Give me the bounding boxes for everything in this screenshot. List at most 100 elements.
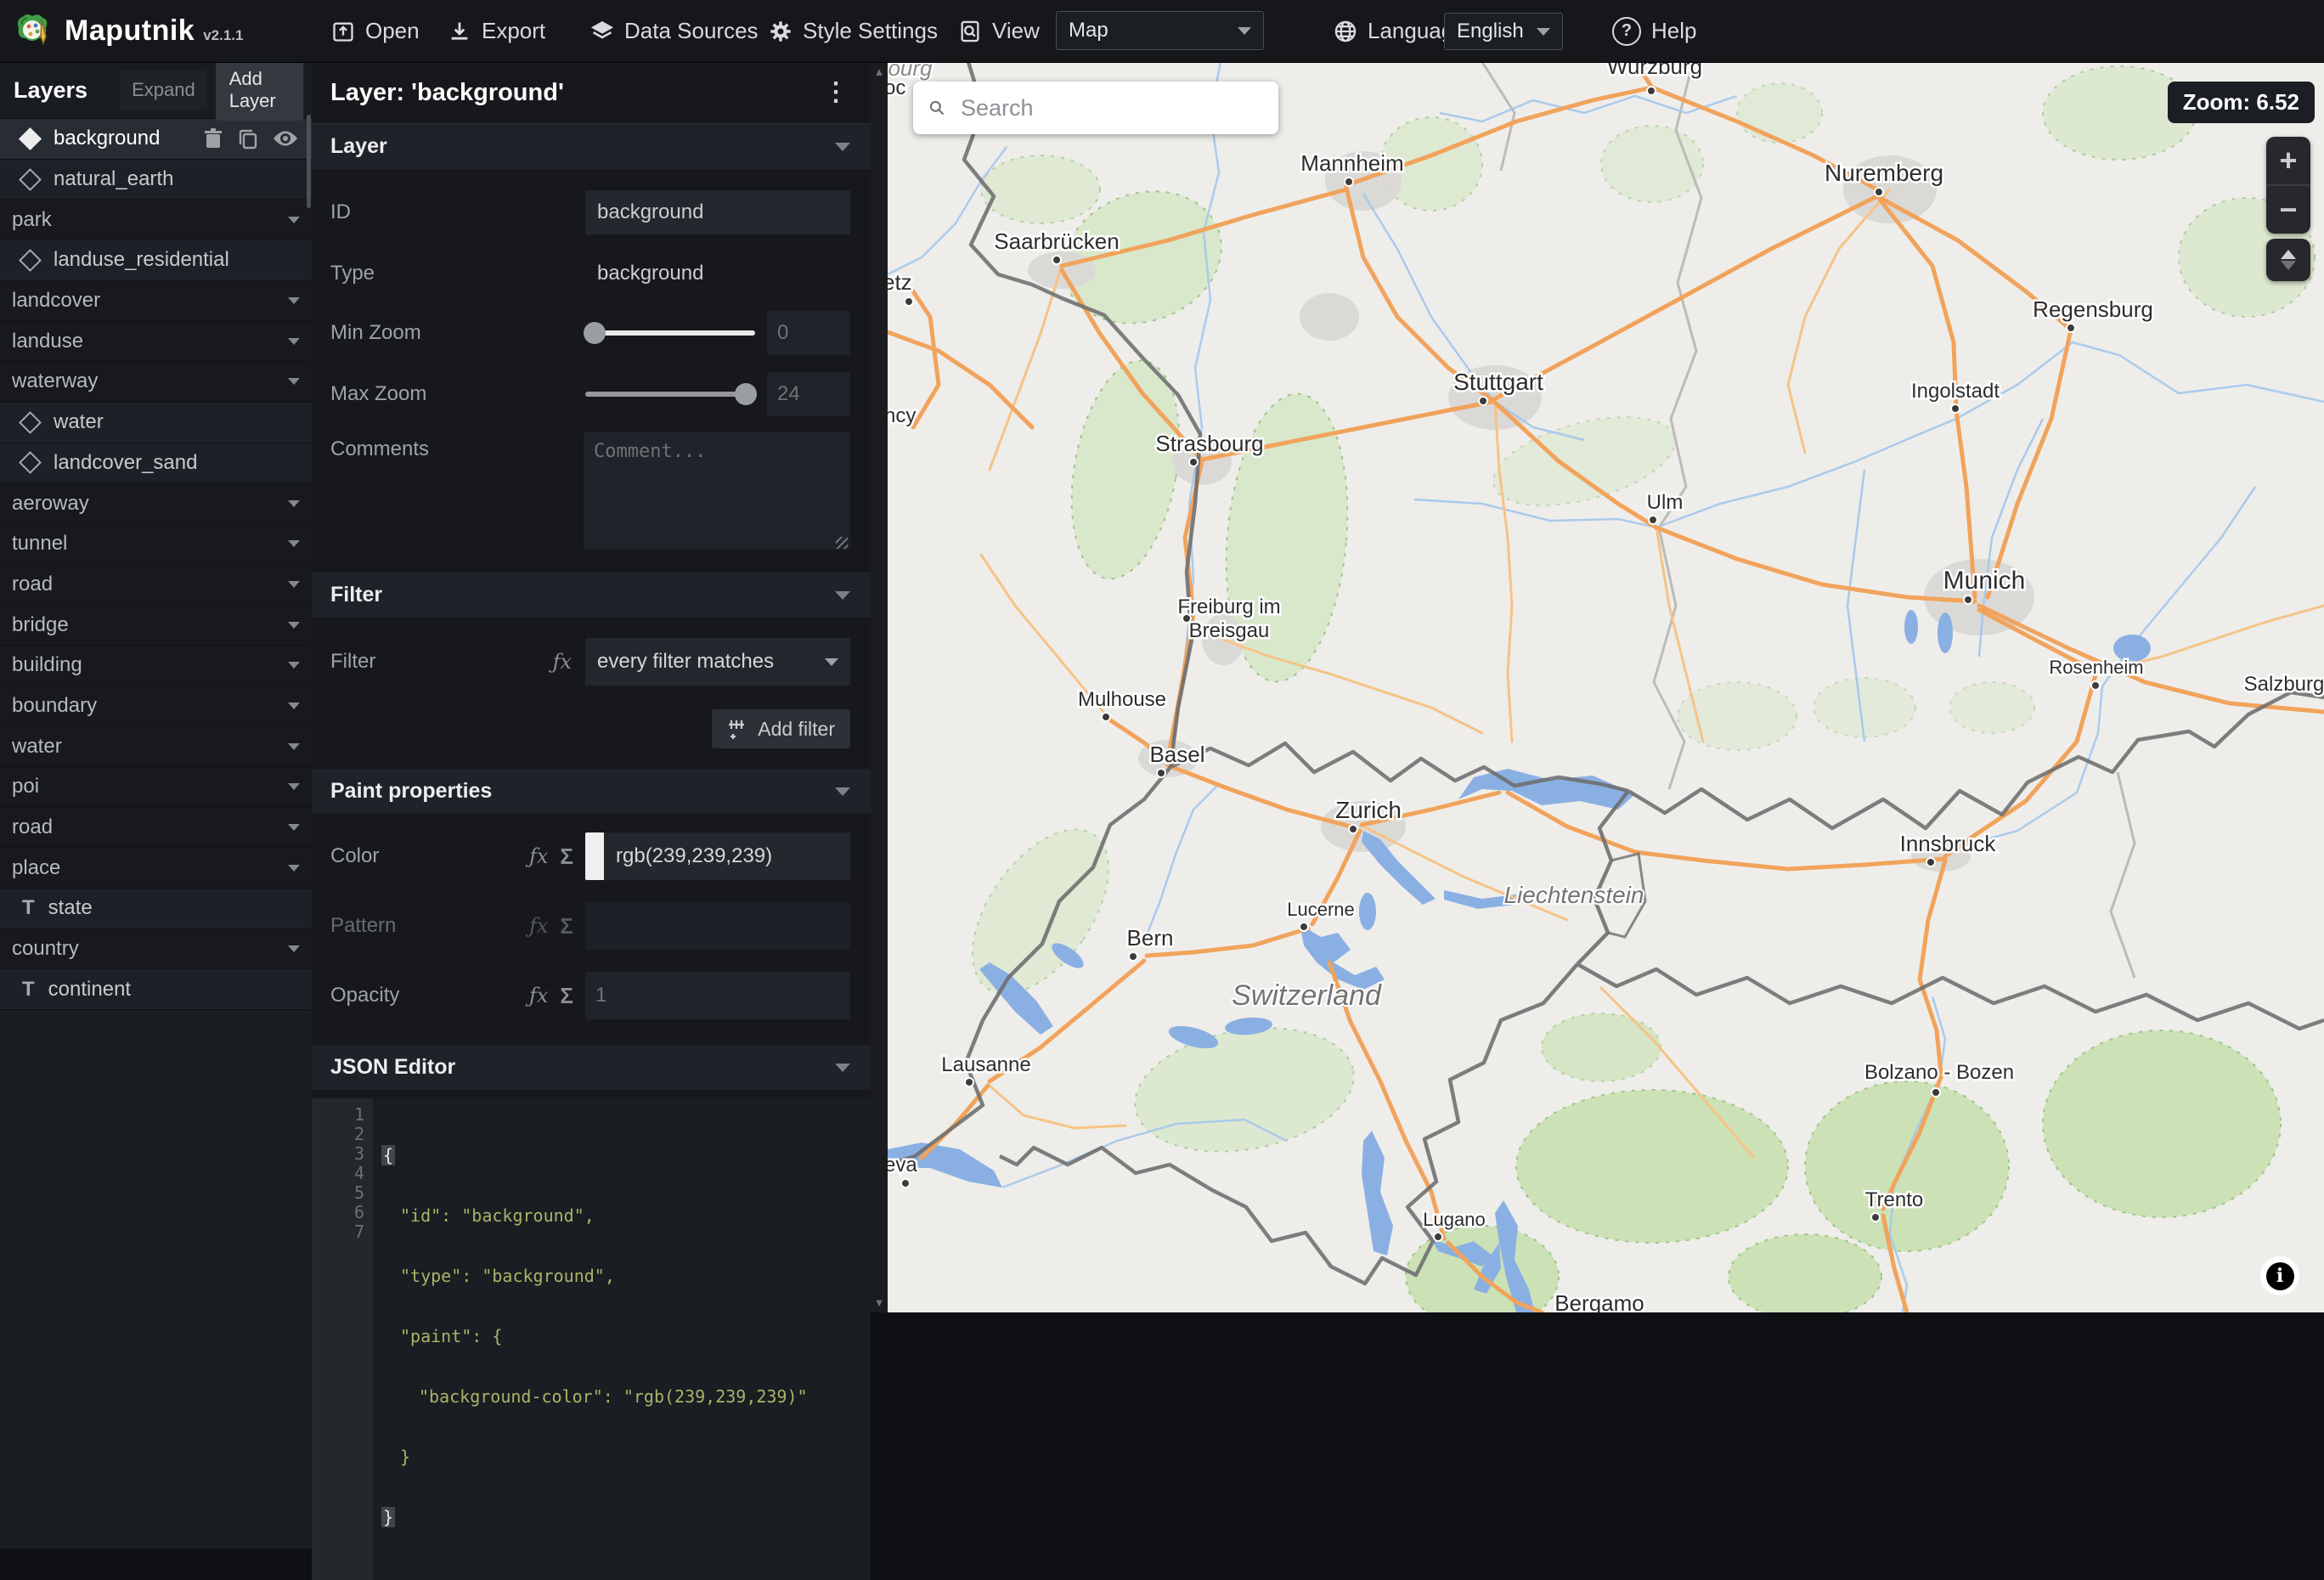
style-settings-button[interactable]: Style Settings <box>769 0 938 62</box>
sigma-icon[interactable]: Σ <box>560 913 573 940</box>
min-zoom-input[interactable] <box>767 311 850 355</box>
language-select[interactable]: English <box>1444 13 1563 50</box>
layer-label: natural_earth <box>54 167 174 191</box>
eye-icon[interactable] <box>273 129 298 148</box>
resize-handle[interactable] <box>836 537 848 549</box>
id-input[interactable] <box>585 190 850 234</box>
layer-group-aeroway[interactable]: aeroway <box>0 483 312 524</box>
scroll-down-icon[interactable]: ▼ <box>874 1296 885 1309</box>
sigma-icon[interactable]: Σ <box>560 844 573 870</box>
layer-group-tunnel[interactable]: tunnel <box>0 523 312 565</box>
expand-button[interactable]: Expand <box>120 71 207 110</box>
function-icon[interactable]: ƒx <box>529 914 548 938</box>
layer-group-boundary[interactable]: boundary <box>0 686 312 727</box>
open-button[interactable]: Open <box>331 0 420 62</box>
filter-section-body: Filter ƒx every filter matches Add filte… <box>312 618 871 769</box>
city-label: Zurich <box>1335 797 1402 823</box>
city-label: Nuremberg <box>1825 160 1943 186</box>
maputnik-logo: Maputnik v2.1.1 <box>14 0 243 62</box>
zoom-in-button[interactable]: + <box>2266 137 2310 184</box>
function-icon[interactable]: ƒx <box>529 984 548 1007</box>
city-label: Stuttgart <box>1453 369 1543 395</box>
layer-group-road2[interactable]: road <box>0 807 312 849</box>
layer-group-road[interactable]: road <box>0 564 312 606</box>
editor-scrollbar[interactable]: ▲ ▼ <box>871 62 888 1312</box>
diamond-icon <box>19 167 42 191</box>
zoom-out-button[interactable]: − <box>2266 186 2310 234</box>
id-field-row: ID <box>312 183 871 242</box>
pitch-down-icon <box>2281 261 2296 270</box>
search-input[interactable] <box>959 93 1263 122</box>
sigma-icon[interactable]: Σ <box>560 983 573 1009</box>
layer-group-landcover[interactable]: landcover <box>0 280 312 322</box>
map-search-box[interactable] <box>913 82 1278 134</box>
section-layer[interactable]: Layer <box>312 124 871 169</box>
layer-item-natural-earth[interactable]: natural_earth <box>0 159 312 200</box>
export-button[interactable]: Export <box>448 0 545 62</box>
map-viewport[interactable]: Wurzburg Mannheim Nuremberg Saarbrücken … <box>888 62 2324 1312</box>
section-json[interactable]: JSON Editor <box>312 1045 871 1090</box>
layer-group-water[interactable]: water <box>0 726 312 767</box>
layer-group-place[interactable]: place <box>0 848 312 889</box>
duplicate-icon[interactable] <box>237 127 259 150</box>
layer-label: landuse_residential <box>54 248 229 272</box>
help-button[interactable]: ? Help <box>1612 0 1696 62</box>
layer-group-country[interactable]: country <box>0 928 312 970</box>
color-swatch[interactable] <box>585 832 604 880</box>
function-icon[interactable]: ƒx <box>529 844 548 868</box>
city-label: Breisgau <box>1189 619 1270 642</box>
layer-group-building[interactable]: building <box>0 645 312 686</box>
scroll-up-icon[interactable]: ▲ <box>874 65 885 78</box>
kebab-menu-icon[interactable]: ⋮ <box>823 80 849 105</box>
min-zoom-slider[interactable] <box>584 322 755 344</box>
layer-item-state[interactable]: T state <box>0 889 312 929</box>
min-zoom-row: Min Zoom <box>312 307 871 359</box>
layer-group-landuse[interactable]: landuse <box>0 321 312 363</box>
filter-select[interactable]: every filter matches <box>585 638 850 686</box>
edge-label: ncy <box>888 404 916 427</box>
layer-item-continent[interactable]: T continent <box>0 969 312 1011</box>
layer-group-waterway[interactable]: waterway <box>0 362 312 403</box>
pitch-toggle-button[interactable] <box>2266 239 2310 281</box>
info-icon: i <box>2265 1261 2294 1290</box>
json-editor[interactable]: 1 2 3 4 5 6 7 { "id": "background", "typ… <box>312 1098 871 1580</box>
layer-item-landcover-sand[interactable]: landcover_sand <box>0 443 312 484</box>
view-select[interactable]: Map <box>1056 11 1264 50</box>
function-icon[interactable]: ƒx <box>553 650 572 674</box>
slider-knob[interactable] <box>584 322 606 344</box>
slider-knob[interactable] <box>735 383 757 405</box>
id-label: ID <box>330 200 351 223</box>
layer-group-poi[interactable]: poi <box>0 767 312 808</box>
pattern-input[interactable] <box>585 902 850 950</box>
type-label: Type <box>330 262 375 285</box>
chevron-down-icon <box>835 590 850 600</box>
color-input[interactable]: rgb(239,239,239) <box>585 832 850 880</box>
view-button[interactable]: View <box>958 0 1040 62</box>
section-paint[interactable]: Paint properties <box>312 769 871 814</box>
max-zoom-label: Max Zoom <box>330 382 427 405</box>
comments-label: Comments <box>330 437 430 460</box>
map-canvas[interactable]: Wurzburg Mannheim Nuremberg Saarbrücken … <box>888 62 2324 1312</box>
pitch-up-icon <box>2281 250 2296 259</box>
city-label: Regensburg <box>2033 296 2153 322</box>
chevron-down-icon <box>835 1063 850 1072</box>
attribution-button[interactable]: i <box>2260 1256 2299 1295</box>
max-zoom-slider[interactable] <box>585 383 757 405</box>
layer-group-park[interactable]: park <box>0 200 312 241</box>
layer-item-water[interactable]: water <box>0 402 312 443</box>
trash-icon[interactable] <box>203 127 223 150</box>
app-version: v2.1.1 <box>203 26 244 43</box>
section-filter[interactable]: Filter <box>312 573 871 618</box>
max-zoom-input[interactable] <box>767 372 850 416</box>
type-value[interactable]: background <box>585 262 850 285</box>
data-sources-button[interactable]: Data Sources <box>590 0 759 62</box>
sidebar-scrollbar[interactable] <box>307 115 311 208</box>
layer-item-landuse-residential[interactable]: landuse_residential <box>0 240 312 281</box>
add-filter-button[interactable]: Add filter <box>712 709 850 748</box>
layer-label: poi <box>12 775 40 798</box>
layer-group-bridge[interactable]: bridge <box>0 605 312 646</box>
layer-item-background[interactable]: background <box>0 119 312 160</box>
comments-textarea[interactable] <box>584 432 850 550</box>
add-layer-button[interactable]: Add Layer <box>215 59 303 121</box>
opacity-input[interactable] <box>585 972 850 1019</box>
